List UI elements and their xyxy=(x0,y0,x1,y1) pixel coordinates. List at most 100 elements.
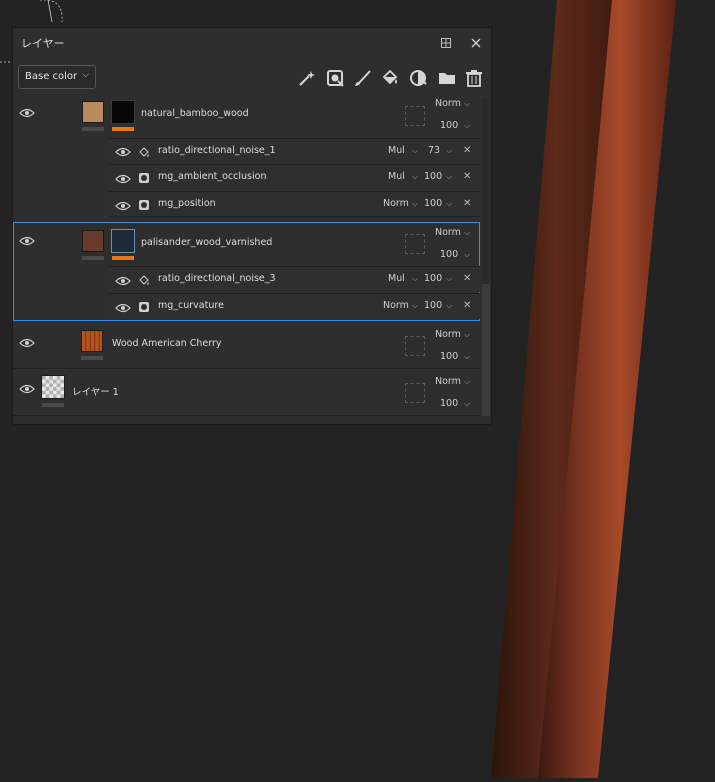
chevron-down-icon[interactable]: ⌵ xyxy=(412,172,418,182)
layer-thumbnail-bar xyxy=(81,356,103,360)
layer-name[interactable]: natural_bamboo_wood xyxy=(141,108,249,119)
visibility-eye-icon[interactable] xyxy=(19,108,35,118)
visibility-eye-icon[interactable] xyxy=(115,276,131,286)
remove-effect-icon[interactable]: ✕ xyxy=(463,145,471,156)
layer-opacity[interactable]: 100 xyxy=(440,120,458,131)
effect-blend-mode[interactable]: Mul xyxy=(388,273,405,284)
layers-toolbar: Base color ⌵ xyxy=(13,64,491,92)
folder-icon[interactable] xyxy=(437,68,457,88)
effect-row[interactable]: mg_ambient_occlusion Mul ⌵ 100 ⌵ ✕ xyxy=(109,164,480,190)
effect-row[interactable]: mg_position Norm ⌵ 100 ⌵ ✕ xyxy=(109,191,480,217)
effect-name[interactable]: ratio_directional_noise_1 xyxy=(158,145,276,156)
layer-blend-mode[interactable]: Norm xyxy=(435,227,461,238)
layer-opacity[interactable]: 100 xyxy=(440,398,458,409)
chevron-down-icon[interactable]: ⌵ xyxy=(464,399,470,409)
effect-row[interactable]: mg_curvature Norm ⌵ 100 ⌵ ✕ xyxy=(109,293,480,319)
layer-content-preview xyxy=(405,383,425,403)
effect-name[interactable]: mg_position xyxy=(158,198,216,209)
chevron-down-icon[interactable]: ⌵ xyxy=(464,250,470,260)
layer-blend-mode[interactable]: Norm xyxy=(435,329,461,340)
chevron-down-icon[interactable]: ⌵ xyxy=(446,301,452,311)
effect-blend-mode[interactable]: Norm xyxy=(383,198,409,209)
visibility-eye-icon[interactable] xyxy=(115,303,131,313)
channel-dropdown[interactable]: Base color ⌵ xyxy=(18,65,96,89)
chevron-down-icon[interactable]: ⌵ xyxy=(446,199,452,209)
chevron-down-icon[interactable]: ⌵ xyxy=(464,121,470,131)
remove-effect-icon[interactable]: ✕ xyxy=(463,171,471,182)
layer-blend-mode[interactable]: Norm xyxy=(435,98,461,109)
paint-brush-icon[interactable] xyxy=(353,68,373,88)
chevron-down-icon[interactable]: ⌵ xyxy=(412,199,418,209)
transparency-thumbnail[interactable] xyxy=(41,375,65,399)
layer-opacity[interactable]: 100 xyxy=(440,351,458,362)
fill-effect-icon xyxy=(139,275,149,285)
layer-mask-thumbnail[interactable] xyxy=(111,100,135,124)
layer-name[interactable]: レイヤー 1 xyxy=(72,384,119,398)
effect-blend-mode[interactable]: Norm xyxy=(383,300,409,311)
remove-effect-icon[interactable]: ✕ xyxy=(463,300,471,311)
channel-dropdown-value: Base color xyxy=(25,71,78,82)
layer-thumbnail-bar xyxy=(42,403,64,407)
remove-effect-icon[interactable]: ✕ xyxy=(463,198,471,209)
chevron-down-icon[interactable]: ⌵ xyxy=(446,274,452,284)
visibility-eye-icon[interactable] xyxy=(19,384,35,394)
generator-icon xyxy=(139,173,149,183)
layer-mask-thumbnail[interactable] xyxy=(111,229,135,253)
chevron-down-icon[interactable]: ⌵ xyxy=(412,146,418,156)
visibility-eye-icon[interactable] xyxy=(19,236,35,246)
layer-name[interactable]: Wood American Cherry xyxy=(112,338,222,349)
layer-content-preview xyxy=(405,336,425,356)
effect-opacity[interactable]: 100 xyxy=(424,198,442,209)
layer-content-preview xyxy=(405,234,425,254)
chevron-down-icon[interactable]: ⌵ xyxy=(464,330,470,340)
visibility-eye-icon[interactable] xyxy=(19,338,35,348)
layer-blend-mode[interactable]: Norm xyxy=(435,376,461,387)
chevron-down-icon[interactable]: ⌵ xyxy=(412,274,418,284)
chevron-down-icon[interactable]: ⌵ xyxy=(412,301,418,311)
trash-icon[interactable] xyxy=(464,68,484,88)
dock-icon[interactable] xyxy=(440,37,452,49)
effect-name[interactable]: mg_curvature xyxy=(158,300,224,311)
effect-name[interactable]: ratio_directional_noise_3 xyxy=(158,273,276,284)
layer-row[interactable]: Wood American Cherry Norm ⌵ 100 ⌵ xyxy=(13,323,480,369)
chevron-down-icon[interactable]: ⌵ xyxy=(464,99,470,109)
chevron-down-icon[interactable]: ⌵ xyxy=(464,228,470,238)
smart-material-icon[interactable] xyxy=(325,68,345,88)
layer-name[interactable]: palisander_wood_varnished xyxy=(141,237,272,248)
scrollbar-thumb[interactable] xyxy=(482,284,490,416)
visibility-eye-icon[interactable] xyxy=(115,174,131,184)
visibility-eye-icon[interactable] xyxy=(115,201,131,211)
layer-scrollbar[interactable] xyxy=(482,98,490,416)
layer-opacity[interactable]: 100 xyxy=(440,249,458,260)
effect-row[interactable]: ratio_directional_noise_3 Mul ⌵ 100 ⌵ ✕ xyxy=(109,266,480,292)
layer-thumbnail[interactable] xyxy=(82,230,104,252)
effect-opacity[interactable]: 100 xyxy=(424,273,442,284)
layers-panel: レイヤー Base color ⌵ natural_bamboo_wood No… xyxy=(12,27,492,425)
effect-opacity[interactable]: 100 xyxy=(424,300,442,311)
layer-thumbnail[interactable] xyxy=(81,330,103,352)
remove-effect-icon[interactable]: ✕ xyxy=(463,273,471,284)
chevron-down-icon[interactable]: ⌵ xyxy=(446,146,452,156)
chevron-down-icon[interactable]: ⌵ xyxy=(464,352,470,362)
effect-opacity[interactable]: 100 xyxy=(424,171,442,182)
layer-thumbnail[interactable] xyxy=(82,101,104,123)
effect-blend-mode[interactable]: Mul xyxy=(388,145,405,156)
magic-wand-icon[interactable] xyxy=(297,68,317,88)
mask-selected-indicator xyxy=(112,256,134,260)
layer-thumbnail-bar xyxy=(82,127,104,131)
close-icon[interactable] xyxy=(470,37,482,49)
smart-mask-icon[interactable] xyxy=(408,68,428,88)
layer-row[interactable]: レイヤー 1 Norm ⌵ 100 ⌵ xyxy=(13,370,480,416)
panel-title: レイヤー xyxy=(21,37,65,50)
effect-name[interactable]: mg_ambient_occlusion xyxy=(158,171,266,182)
fill-bucket-icon[interactable] xyxy=(380,68,400,88)
chevron-down-icon[interactable]: ⌵ xyxy=(446,172,452,182)
effect-blend-mode[interactable]: Mul xyxy=(388,171,405,182)
layer-row[interactable]: natural_bamboo_wood Norm ⌵ 100 ⌵ xyxy=(13,98,480,139)
effect-opacity[interactable]: 73 xyxy=(428,145,440,156)
panel-titlebar: レイヤー xyxy=(13,28,491,58)
effect-row[interactable]: ratio_directional_noise_1 Mul ⌵ 73 ⌵ ✕ xyxy=(109,138,480,164)
visibility-eye-icon[interactable] xyxy=(115,147,131,157)
chevron-down-icon[interactable]: ⌵ xyxy=(464,377,470,387)
layer-stack[interactable]: natural_bamboo_wood Norm ⌵ 100 ⌵ ratio_d… xyxy=(13,98,480,416)
